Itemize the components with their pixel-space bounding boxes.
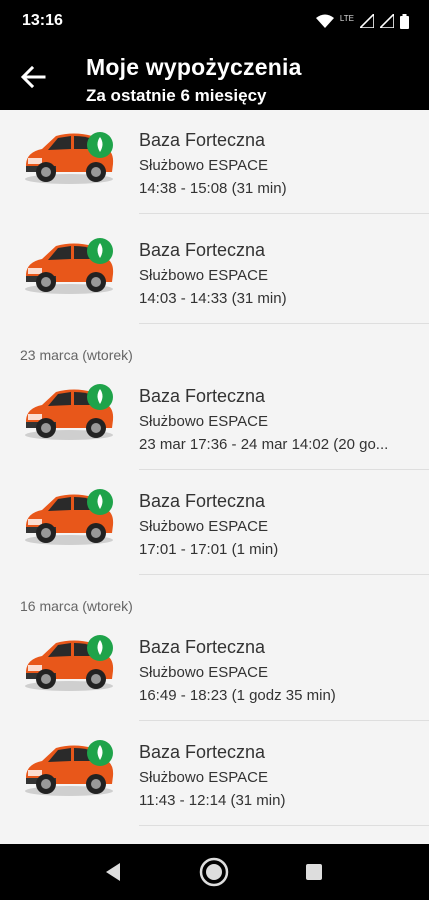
app-bar: Moje wypożyczenia Za ostatnie 6 miesięcy xyxy=(0,42,429,110)
rental-type: Służbowo ESPACE xyxy=(139,413,268,430)
leaf-icon xyxy=(87,132,113,158)
date-header: 16 marca (wtorek) xyxy=(20,598,133,614)
signal-icon-2 xyxy=(380,14,394,28)
rental-location: Baza Forteczna xyxy=(139,240,266,260)
rental-location: Baza Forteczna xyxy=(139,742,266,762)
rental-time: 14:38 - 15:08 (31 min) xyxy=(139,180,287,197)
triangle-back-icon[interactable] xyxy=(98,856,130,888)
divider xyxy=(139,323,429,324)
rental-type: Służbowo ESPACE xyxy=(139,157,268,174)
leaf-icon xyxy=(87,740,113,766)
rental-item[interactable]: Baza Forteczna Służbowo ESPACE 14:03 - 1… xyxy=(0,220,429,324)
rental-location: Baza Forteczna xyxy=(139,637,266,657)
rental-time: 23 mar 17:36 - 24 mar 14:02 (20 go... xyxy=(139,436,389,453)
rental-time: 16:49 - 18:23 (1 godz 35 min) xyxy=(139,687,336,704)
signal-icon xyxy=(360,14,374,28)
rental-time: 11:43 - 12:14 (31 min) xyxy=(139,792,286,809)
divider xyxy=(139,213,429,214)
divider xyxy=(139,574,429,575)
system-nav-bar xyxy=(0,844,429,900)
leaf-icon xyxy=(87,489,113,515)
rental-type: Służbowo ESPACE xyxy=(139,769,268,786)
page-title: Moje wypożyczenia xyxy=(86,54,302,80)
leaf-icon xyxy=(87,635,113,661)
rental-item[interactable]: Baza Forteczna Służbowo ESPACE 14:38 - 1… xyxy=(0,110,429,214)
rental-location: Baza Forteczna xyxy=(139,130,266,150)
leaf-icon xyxy=(87,384,113,410)
network-type-label: LTE xyxy=(339,13,354,23)
circle-home-icon[interactable] xyxy=(198,856,230,888)
rental-type: Służbowo ESPACE xyxy=(139,267,268,284)
status-icons: LTE xyxy=(315,10,409,32)
divider xyxy=(139,825,429,826)
rental-item[interactable]: Baza Forteczna Służbowo ESPACE 23 mar 17… xyxy=(0,366,429,470)
date-header: 23 marca (wtorek) xyxy=(20,347,133,363)
wifi-icon xyxy=(315,14,334,28)
square-recents-icon[interactable] xyxy=(298,856,330,888)
divider xyxy=(139,469,429,470)
rental-item[interactable]: Baza Forteczna Służbowo ESPACE 16:49 - 1… xyxy=(0,617,429,721)
battery-icon xyxy=(400,13,409,29)
rental-type: Służbowo ESPACE xyxy=(139,664,268,681)
rental-time: 14:03 - 14:33 (31 min) xyxy=(139,290,287,307)
rental-item[interactable]: Baza Forteczna Służbowo ESPACE 17:01 - 1… xyxy=(0,471,429,575)
divider xyxy=(139,720,429,721)
status-bar: 13:16 LTE xyxy=(0,0,429,42)
leaf-icon xyxy=(87,238,113,264)
rental-location: Baza Forteczna xyxy=(139,491,266,511)
status-time: 13:16 xyxy=(22,12,63,29)
back-arrow-icon[interactable] xyxy=(16,62,52,92)
page-subtitle: Za ostatnie 6 miesięcy xyxy=(86,86,267,105)
rental-time: 17:01 - 17:01 (1 min) xyxy=(139,541,279,558)
rental-item[interactable]: Baza Forteczna Służbowo ESPACE 11:43 - 1… xyxy=(0,722,429,826)
rental-location: Baza Forteczna xyxy=(139,386,266,406)
rental-type: Służbowo ESPACE xyxy=(139,518,268,535)
rentals-list: Baza Forteczna Służbowo ESPACE 14:38 - 1… xyxy=(0,110,429,844)
